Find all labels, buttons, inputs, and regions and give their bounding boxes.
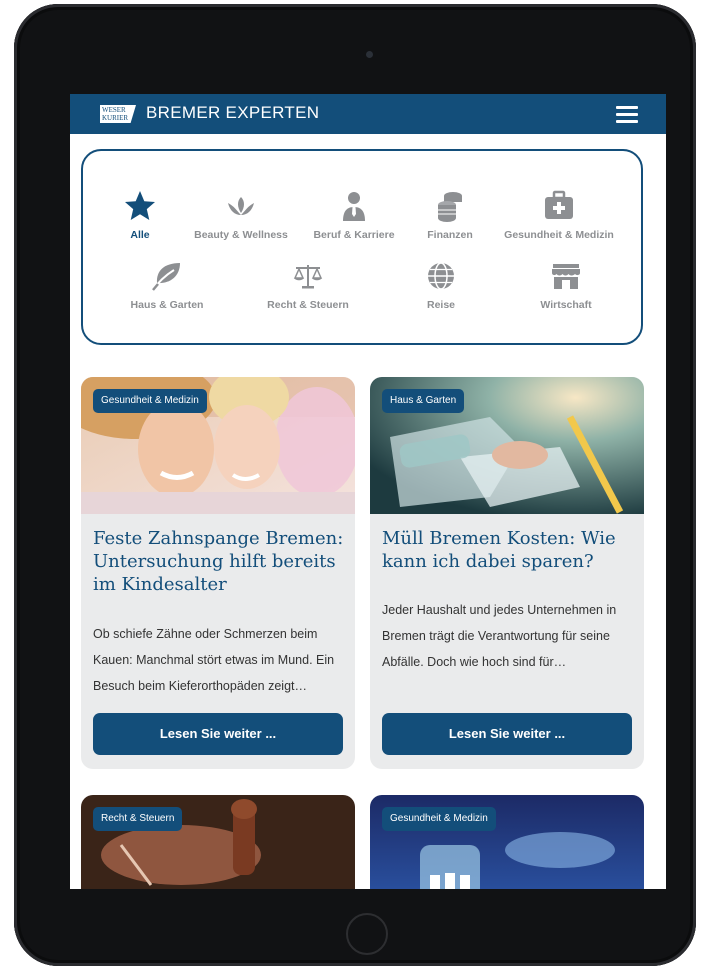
home-button[interactable]	[346, 913, 388, 955]
article-title[interactable]: Müll Bremen Kosten: Wie kann ich dabei s…	[382, 527, 634, 573]
category-recht-steuern[interactable]: Recht & Steuern	[243, 259, 373, 311]
article-card[interactable]: Gesundheit & Medizin	[370, 795, 644, 889]
coins-icon	[438, 192, 462, 222]
category-label: Wirtschaft	[540, 299, 592, 311]
screen: WESER KURIER BREMER EXPERTEN Alle Beauty…	[70, 94, 666, 889]
article-card[interactable]: Recht & Steuern	[81, 795, 355, 889]
star-icon	[125, 191, 155, 220]
category-beauty-wellness[interactable]: Beauty & Wellness	[176, 189, 306, 241]
category-label: Beauty & Wellness	[194, 229, 288, 241]
businessman-icon	[343, 192, 365, 221]
header-bar: WESER KURIER BREMER EXPERTEN	[70, 94, 666, 134]
tablet-frame: WESER KURIER BREMER EXPERTEN Alle Beauty…	[14, 4, 696, 966]
article-card[interactable]: Gesundheit & Medizin Feste Zahnspange Br…	[81, 377, 355, 769]
hamburger-menu-icon[interactable]	[616, 106, 638, 123]
category-label: Recht & Steuern	[267, 299, 349, 311]
site-title[interactable]: BREMER EXPERTEN	[146, 103, 319, 123]
read-more-button[interactable]: Lesen Sie weiter ...	[382, 713, 632, 755]
read-more-button[interactable]: Lesen Sie weiter ...	[93, 713, 343, 755]
article-excerpt: Jeder Haushalt und jedes Unternehmen in …	[382, 603, 617, 669]
logo-line-1: WESER	[102, 106, 126, 114]
category-reise[interactable]: Reise	[376, 259, 506, 311]
category-badge[interactable]: Recht & Steuern	[93, 807, 183, 831]
logo-line-2: KURIER	[102, 114, 129, 122]
category-label: Haus & Garten	[130, 299, 204, 311]
leaf-icon	[152, 263, 180, 291]
category-label: Gesundheit & Medizin	[504, 229, 614, 241]
category-badge[interactable]: Gesundheit & Medizin	[382, 807, 496, 831]
article-excerpt: Ob schiefe Zähne oder Schmerzen beim Kau…	[93, 627, 335, 693]
first-aid-kit-icon	[545, 190, 573, 219]
category-gesundheit-medizin[interactable]: Gesundheit & Medizin	[494, 189, 624, 241]
category-label: Reise	[426, 299, 456, 311]
lotus-icon	[228, 197, 254, 215]
front-camera	[366, 51, 373, 58]
weser-kurier-logo[interactable]: WESER KURIER	[100, 105, 136, 123]
article-title[interactable]: Feste Zahnspange Bremen: Untersuchung hi…	[93, 527, 345, 596]
category-badge[interactable]: Haus & Garten	[382, 389, 465, 413]
scales-icon	[293, 265, 323, 289]
article-card[interactable]: Haus & Garten Müll Bremen Kosten: Wie ka…	[370, 377, 644, 769]
category-wirtschaft[interactable]: Wirtschaft	[501, 259, 631, 311]
globe-icon	[428, 262, 454, 290]
category-badge[interactable]: Gesundheit & Medizin	[93, 389, 207, 413]
category-filter: Alle Beauty & Wellness Beruf & Karriere	[81, 149, 643, 345]
category-haus-garten[interactable]: Haus & Garten	[102, 259, 232, 311]
store-icon	[552, 264, 580, 289]
